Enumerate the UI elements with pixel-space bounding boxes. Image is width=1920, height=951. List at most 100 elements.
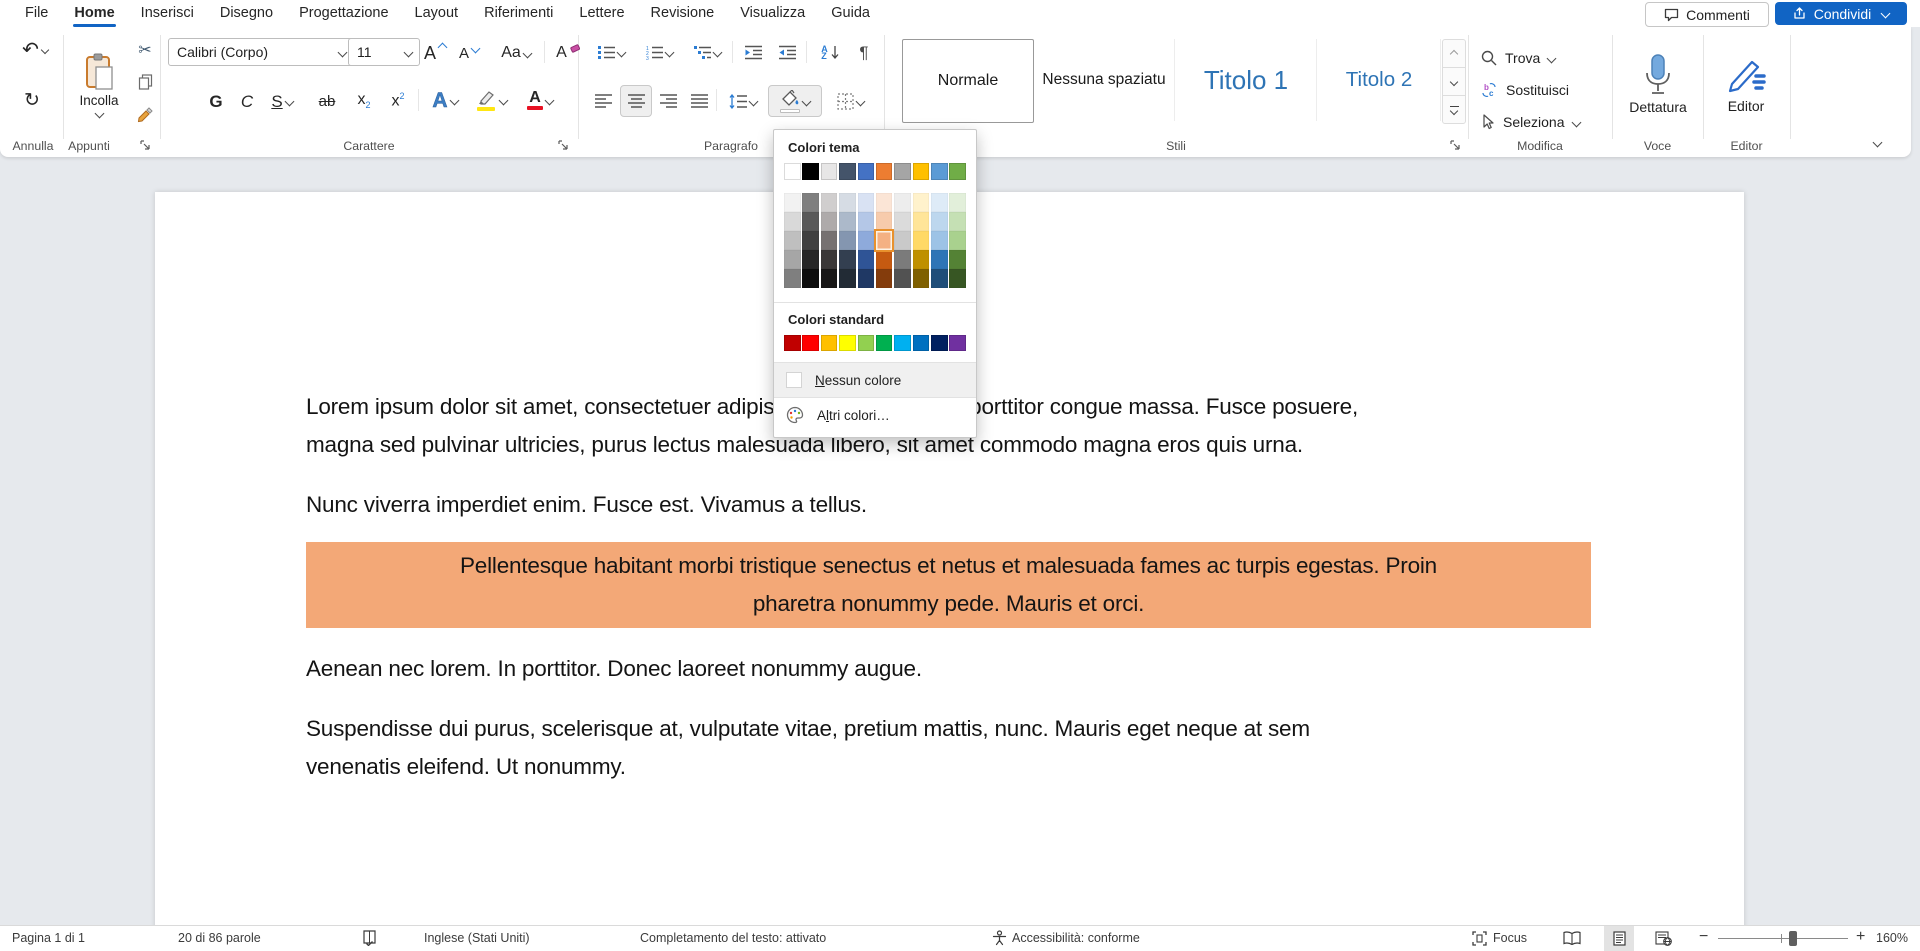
paste-button[interactable]: Incolla (70, 33, 128, 137)
menu-tab-file[interactable]: File (12, 0, 61, 27)
theme-color-swatch[interactable] (931, 163, 948, 180)
align-left-button[interactable] (589, 86, 618, 116)
theme-variant-swatch[interactable] (784, 231, 801, 250)
more-colors-item[interactable]: Altri colori… (774, 398, 976, 432)
theme-color-swatch[interactable] (913, 163, 930, 180)
clipboard-dialog-launcher[interactable] (140, 140, 152, 152)
menu-tab-guida[interactable]: Guida (818, 0, 883, 27)
style-item-nessuna-spaziatu[interactable]: Nessuna spaziatu (1034, 39, 1175, 121)
theme-variant-swatch[interactable] (949, 193, 966, 212)
underline-button[interactable]: S (262, 86, 302, 116)
theme-variant-swatch[interactable] (802, 250, 819, 269)
text-effects-button[interactable]: A (424, 84, 466, 116)
increase-indent-button[interactable] (772, 38, 802, 67)
highlight-button[interactable] (470, 84, 514, 116)
paragraph[interactable]: Nunc viverra imperdiet enim. Fusce est. … (306, 486, 1591, 524)
zoom-slider-thumb[interactable] (1789, 931, 1797, 946)
theme-variant-swatch[interactable] (839, 231, 856, 250)
theme-variant-swatch[interactable] (858, 193, 875, 212)
theme-color-swatch[interactable] (802, 163, 819, 180)
bullets-button[interactable] (590, 38, 632, 67)
ribbon-collapse-button[interactable] (1862, 131, 1892, 153)
theme-variant-swatch[interactable] (802, 193, 819, 212)
theme-variant-swatch[interactable] (894, 193, 911, 212)
menu-tab-home[interactable]: Home (61, 0, 127, 27)
copy-button[interactable] (131, 69, 159, 95)
font-dialog-launcher[interactable] (558, 140, 570, 152)
replace-button[interactable]: b c Sostituisci (1480, 76, 1602, 104)
style-item-titolo-1[interactable]: Titolo 1 (1176, 39, 1317, 121)
font-name-select[interactable]: Calibri (Corpo) (168, 38, 354, 66)
theme-variant-swatch[interactable] (894, 231, 911, 250)
theme-variant-swatch[interactable] (802, 212, 819, 231)
theme-variant-swatch[interactable] (784, 269, 801, 288)
word-count[interactable]: 20 di 86 parole (178, 926, 261, 950)
theme-variant-swatch[interactable] (802, 269, 819, 288)
theme-variant-swatch[interactable] (839, 212, 856, 231)
zoom-out-button[interactable]: − (1699, 925, 1708, 949)
theme-variant-swatch[interactable] (931, 193, 948, 212)
zoom-slider[interactable] (1718, 938, 1848, 939)
theme-variant-swatch[interactable] (876, 212, 893, 231)
sort-button[interactable]: AZ (812, 38, 848, 67)
dictate-button[interactable]: Dettatura (1620, 35, 1696, 133)
undo-button[interactable]: ↶ (14, 35, 56, 65)
theme-variant-swatch[interactable] (913, 250, 930, 269)
document-text[interactable]: Lorem ipsum dolor sit amet, consectetuer… (306, 388, 1591, 808)
gallery-scroll-down-button[interactable] (1442, 67, 1466, 96)
cut-button[interactable]: ✂ (131, 37, 159, 63)
theme-variant-swatch[interactable] (876, 269, 893, 288)
theme-variant-swatch[interactable] (949, 269, 966, 288)
pilcrow-button[interactable]: ¶ (850, 38, 878, 67)
theme-variant-swatch[interactable] (931, 231, 948, 250)
find-button[interactable]: Trova (1480, 44, 1594, 72)
standard-color-swatch[interactable] (821, 335, 838, 352)
theme-variant-swatch[interactable] (913, 231, 930, 250)
line-spacing-button[interactable] (722, 86, 764, 116)
format-painter-button[interactable] (131, 101, 159, 127)
menu-tab-visualizza[interactable]: Visualizza (727, 0, 818, 27)
focus-toggle[interactable]: Focus (1472, 926, 1527, 950)
grow-font-button[interactable]: A (418, 39, 452, 67)
justify-button[interactable] (685, 86, 714, 116)
theme-variant-swatch[interactable] (784, 193, 801, 212)
shaded-paragraph[interactable]: Pellentesque habitant morbi tristique se… (306, 542, 1591, 628)
theme-variant-swatch[interactable] (839, 269, 856, 288)
theme-variant-swatch[interactable] (931, 269, 948, 288)
theme-variant-swatch[interactable] (802, 231, 819, 250)
theme-variant-swatch[interactable] (931, 250, 948, 269)
accessibility-status[interactable]: Accessibilità: conforme (1012, 926, 1140, 950)
style-item-normale[interactable]: Normale (902, 39, 1034, 123)
theme-variant-swatch[interactable] (876, 250, 893, 269)
menu-tab-lettere[interactable]: Lettere (566, 0, 637, 27)
theme-color-swatch[interactable] (821, 163, 838, 180)
theme-color-swatch[interactable] (894, 163, 911, 180)
standard-color-swatch[interactable] (784, 335, 801, 352)
styles-dialog-launcher[interactable] (1450, 140, 1462, 152)
zoom-in-button[interactable]: + (1856, 925, 1865, 949)
theme-color-swatch[interactable] (858, 163, 875, 180)
theme-variant-swatch[interactable] (858, 250, 875, 269)
web-layout-button[interactable] (1655, 926, 1672, 950)
standard-color-swatch[interactable] (931, 335, 948, 352)
font-color-button[interactable]: A (518, 84, 562, 116)
superscript-button[interactable]: x2 (382, 86, 414, 116)
theme-color-swatch[interactable] (876, 163, 893, 180)
redo-button[interactable]: ↻ (16, 85, 48, 115)
comments-button[interactable]: Commenti (1645, 2, 1769, 27)
menu-tab-layout[interactable]: Layout (402, 0, 472, 27)
paragraph[interactable]: Aenean nec lorem. In porttitor. Donec la… (306, 650, 1591, 688)
theme-variant-swatch[interactable] (894, 212, 911, 231)
theme-variant-swatch[interactable] (913, 269, 930, 288)
theme-variant-swatch[interactable] (821, 231, 838, 250)
page-indicator[interactable]: Pagina 1 di 1 (12, 926, 85, 950)
numbering-button[interactable]: 1 2 3 (638, 38, 680, 67)
standard-color-swatch[interactable] (913, 335, 930, 352)
decrease-indent-button[interactable] (738, 38, 768, 67)
multilevel-list-button[interactable] (686, 38, 728, 67)
standard-color-swatch[interactable] (858, 335, 875, 352)
standard-color-swatch[interactable] (876, 335, 893, 352)
menu-tab-riferimenti[interactable]: Riferimenti (471, 0, 566, 27)
standard-color-swatch[interactable] (839, 335, 856, 352)
theme-variant-swatch[interactable] (894, 269, 911, 288)
